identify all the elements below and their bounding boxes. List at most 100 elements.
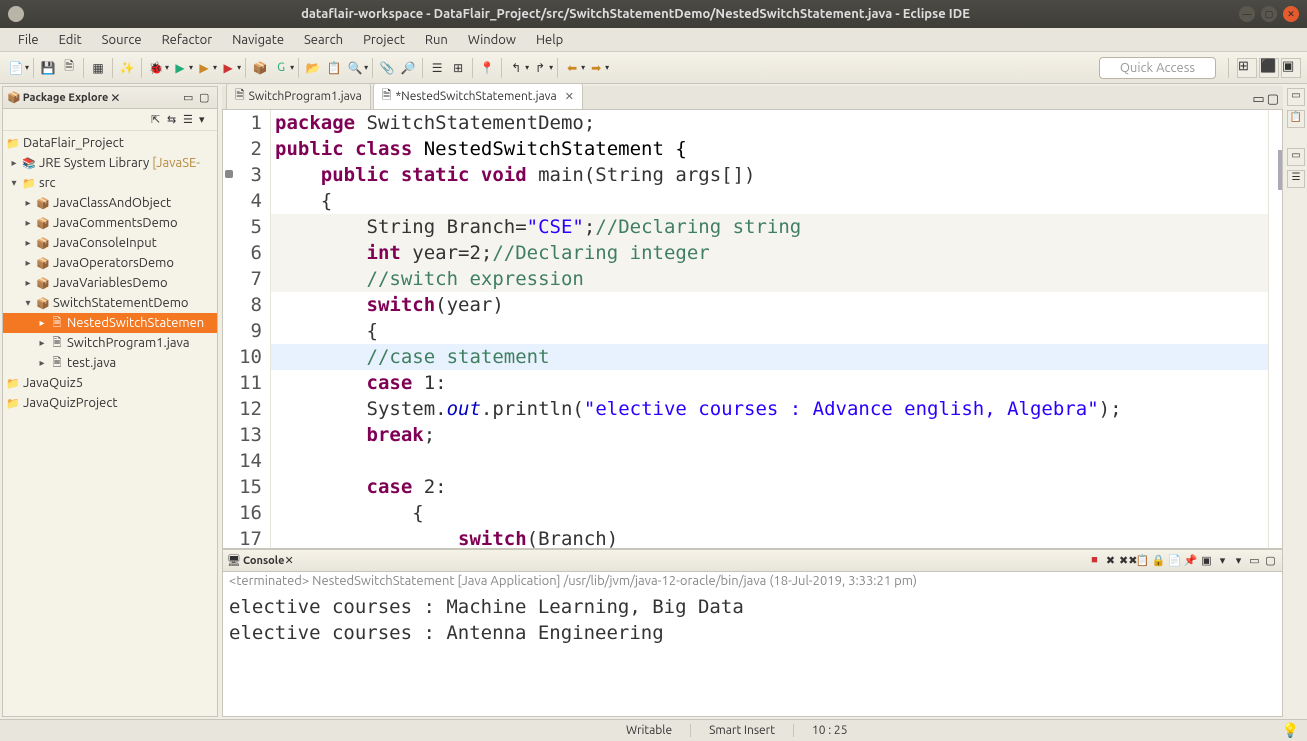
dropdown-icon[interactable]: ▾ [189, 63, 193, 72]
display-selected-icon[interactable]: ▣ [1199, 554, 1214, 567]
maximize-view-icon[interactable]: ▢ [199, 91, 213, 105]
close-console-icon[interactable]: ✕ [284, 554, 293, 567]
code-editor[interactable]: 1234567891011121314151617 package Switch… [222, 110, 1283, 549]
open-console-icon[interactable]: ▾ [1215, 554, 1230, 567]
show-console-icon[interactable]: 📄 [1167, 554, 1182, 567]
pin-console-icon[interactable]: 📌 [1183, 554, 1198, 567]
outline-icon[interactable]: ☰ [427, 58, 447, 78]
editor-tab-active[interactable]: 🗎*NestedSwitchStatement.java✕ [373, 83, 583, 109]
overview-ruler[interactable] [1268, 110, 1282, 548]
save-all-icon[interactable]: 🗎 [59, 58, 79, 78]
package-node[interactable]: ▸📦JavaConsoleInput [3, 233, 217, 253]
maximize-console-icon[interactable]: ▢ [1263, 554, 1278, 567]
package-node[interactable]: ▾📦SwitchStatementDemo [3, 293, 217, 313]
menu-run[interactable]: Run [415, 31, 458, 49]
project-node[interactable]: 📁DataFlair_Project [3, 133, 217, 153]
maximize-button[interactable]: ▢ [1261, 6, 1277, 22]
search2-icon[interactable]: 🔎 [398, 58, 418, 78]
view-menu-icon[interactable]: ▾ [199, 113, 213, 127]
package-node[interactable]: ▸📦JavaCommentsDemo [3, 213, 217, 233]
menu-refactor[interactable]: Refactor [152, 31, 223, 49]
dropdown-icon[interactable]: ▾ [213, 63, 217, 72]
back-icon[interactable]: ⬅ [562, 58, 582, 78]
coverage-icon[interactable]: ▶ [194, 58, 214, 78]
project-tree[interactable]: 📁DataFlair_Project ▸📚JRE System Library … [3, 131, 217, 415]
quick-access-input[interactable]: Quick Access [1099, 57, 1216, 79]
scroll-lock-icon[interactable]: 🔒 [1151, 554, 1166, 567]
dropdown-icon[interactable]: ▾ [525, 63, 529, 72]
dropdown-icon[interactable]: ▾ [237, 63, 241, 72]
close-tab-icon[interactable]: ✕ [565, 90, 574, 103]
dropdown-icon[interactable]: ▾ [25, 63, 29, 72]
project-node[interactable]: 📁JavaQuizProject [3, 393, 217, 413]
restore-icon[interactable]: ▭ [1287, 88, 1305, 106]
dropdown-icon[interactable]: ▾ [364, 63, 368, 72]
collapse-all-icon[interactable]: ⇱ [151, 113, 165, 127]
package-node[interactable]: ▸📦JavaVariablesDemo [3, 273, 217, 293]
dropdown-icon[interactable]: ▾ [549, 63, 553, 72]
new-icon[interactable]: 📄 [6, 58, 26, 78]
forward-icon[interactable]: ➡ [586, 58, 606, 78]
menu-navigate[interactable]: Navigate [222, 31, 294, 49]
menu-edit[interactable]: Edit [49, 31, 92, 49]
package-node[interactable]: ▸📦JavaOperatorsDemo [3, 253, 217, 273]
remove-all-icon[interactable]: ✖✖ [1119, 554, 1134, 567]
debug-perspective-icon[interactable]: ▣ [1281, 58, 1301, 78]
search-icon[interactable]: 🔍 [345, 58, 365, 78]
dropdown-icon[interactable]: ▾ [165, 63, 169, 72]
menu-help[interactable]: Help [526, 31, 573, 49]
menu-file[interactable]: File [8, 31, 49, 49]
tip-icon[interactable]: 💡 [1282, 722, 1299, 739]
src-node[interactable]: ▾📁src [3, 173, 217, 193]
dropdown-icon[interactable]: ▾ [581, 63, 585, 72]
attach-icon[interactable]: 📎 [377, 58, 397, 78]
menu-source[interactable]: Source [92, 31, 152, 49]
toggle2-icon[interactable]: ⊞ [448, 58, 468, 78]
save-icon[interactable]: 💾 [38, 58, 58, 78]
new-class-icon[interactable]: G [271, 58, 291, 78]
restore2-icon[interactable]: ▭ [1287, 148, 1305, 166]
pin-icon[interactable]: 📍 [477, 58, 497, 78]
java-perspective-icon[interactable]: ⬛ [1259, 58, 1279, 78]
minimize-view-icon[interactable]: ▭ [183, 91, 197, 105]
close-view-icon[interactable]: ✕ [110, 91, 120, 105]
terminate-icon[interactable]: ■ [1087, 554, 1102, 567]
menu-window[interactable]: Window [458, 31, 526, 49]
close-button[interactable]: ✕ [1283, 6, 1299, 22]
link-editor-icon[interactable]: ⇆ [167, 113, 181, 127]
menu-project[interactable]: Project [353, 31, 415, 49]
open-type-icon[interactable]: 📂 [303, 58, 323, 78]
new-package-icon[interactable]: 📦 [250, 58, 270, 78]
next-annotation-icon[interactable]: ↱ [530, 58, 550, 78]
file-node[interactable]: ▸🗎test.java [3, 353, 217, 373]
outline-view-icon[interactable]: ☰ [1287, 170, 1305, 188]
clear-console-icon[interactable]: 📋 [1135, 554, 1150, 567]
minimize-button[interactable]: — [1239, 6, 1255, 22]
debug-icon[interactable]: 🐞 [146, 58, 166, 78]
open-perspective-icon[interactable]: ⊞ [1237, 58, 1257, 78]
run-last-icon[interactable]: ▶ [218, 58, 238, 78]
jre-node[interactable]: ▸📚JRE System Library [JavaSE- [3, 153, 217, 173]
code-body[interactable]: package SwitchStatementDemo; public clas… [271, 110, 1268, 548]
task-list-icon[interactable]: 📋 [1287, 110, 1305, 128]
package-node[interactable]: ▸📦JavaClassAndObject [3, 193, 217, 213]
toggle-icon[interactable]: ▦ [88, 58, 108, 78]
editor-tab[interactable]: 🗎SwitchProgram1.java [226, 83, 371, 109]
run-icon[interactable]: ▶ [170, 58, 190, 78]
dropdown-icon[interactable]: ▾ [605, 63, 609, 72]
filter-icon[interactable]: ☰ [183, 113, 197, 127]
console-output[interactable]: elective courses : Machine Learning, Big… [223, 592, 1282, 716]
remove-launch-icon[interactable]: ✖ [1103, 554, 1118, 567]
minimize-editor-icon[interactable]: ▭ [1252, 92, 1264, 107]
new-console-icon[interactable]: ▾ [1231, 554, 1246, 567]
file-node-selected[interactable]: ▸🗎NestedSwitchStatemen [3, 313, 217, 333]
menu-search[interactable]: Search [294, 31, 353, 49]
maximize-editor-icon[interactable]: ▢ [1267, 92, 1279, 107]
dropdown-icon[interactable]: ▾ [290, 63, 294, 72]
open-task-icon[interactable]: 📋 [324, 58, 344, 78]
file-node[interactable]: ▸🗎SwitchProgram1.java [3, 333, 217, 353]
wand-icon[interactable]: ✨ [117, 58, 137, 78]
project-node[interactable]: 📁JavaQuiz5 [3, 373, 217, 393]
minimize-console-icon[interactable]: ▭ [1247, 554, 1262, 567]
prev-annotation-icon[interactable]: ↰ [506, 58, 526, 78]
